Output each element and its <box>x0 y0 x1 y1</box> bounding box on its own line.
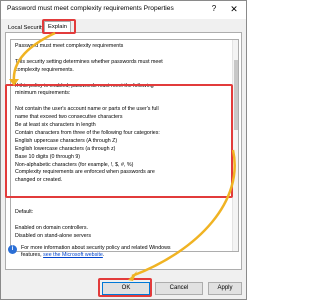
arrow-head-1 <box>9 79 19 86</box>
arrow-tab-to-text <box>12 31 56 83</box>
annotation-arrows <box>9 31 236 281</box>
arrow-text-to-ok <box>131 149 236 278</box>
arrow-head-2 <box>128 271 137 281</box>
